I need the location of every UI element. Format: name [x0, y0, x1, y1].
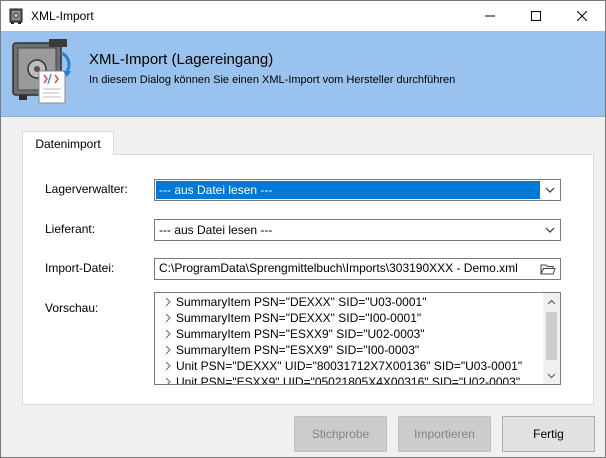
chevron-down-icon — [545, 187, 555, 193]
scroll-up-button[interactable] — [543, 293, 560, 310]
lagerverwalter-value: --- aus Datei lesen --- — [156, 181, 540, 199]
chevron-down-icon — [545, 227, 555, 233]
chevron-right-icon[interactable] — [164, 361, 172, 371]
close-button[interactable] — [559, 1, 605, 31]
dialog-header: XML-Import (Lagereingang) In diesem Dial… — [1, 31, 605, 117]
tree-item[interactable]: Unit PSN="DEXXX" UID="80031712X7X00136" … — [164, 358, 522, 374]
maximize-button[interactable] — [513, 1, 559, 31]
tree-item[interactable]: SummaryItem PSN="ESXX9" SID="I00-0003" — [164, 342, 419, 358]
safe-icon — [9, 8, 23, 24]
vorschau-label: Vorschau: — [45, 301, 99, 315]
chevron-right-icon[interactable] — [164, 377, 172, 385]
importieren-button[interactable]: Importieren — [398, 416, 491, 452]
import-datei-path: C:\ProgramData\Sprengmittelbuch\Imports\… — [159, 261, 518, 275]
import-datei-label: Import-Datei: — [45, 261, 115, 275]
lieferant-value: --- aus Datei lesen --- — [159, 223, 273, 237]
tree-item-label: Unit PSN="ESXX9" UID="05021805X4X00316" … — [176, 375, 521, 385]
tree-item-label: SummaryItem PSN="ESXX9" SID="U02-0003" — [176, 327, 425, 341]
lieferant-select[interactable]: --- aus Datei lesen --- — [154, 219, 561, 241]
header-title: XML-Import (Lagereingang) — [89, 51, 274, 68]
minimize-button[interactable] — [467, 1, 513, 31]
close-icon — [577, 11, 587, 21]
lagerverwalter-select[interactable]: --- aus Datei lesen --- — [154, 179, 561, 201]
fertig-button[interactable]: Fertig — [502, 416, 595, 452]
minimize-icon — [485, 15, 495, 17]
tree-item-label: SummaryItem PSN="DEXXX" SID="I00-0001" — [176, 311, 422, 325]
tree-item[interactable]: SummaryItem PSN="ESXX9" SID="U02-0003" — [164, 326, 424, 342]
scroll-thumb[interactable] — [546, 312, 557, 360]
maximize-icon — [531, 11, 541, 21]
safe-xml-icon — [12, 39, 71, 104]
xml-import-dialog: XML-Import XML-Import (Lagereingang) In … — [0, 0, 606, 458]
tab-panel-datenimport: Lagerverwalter: --- aus Datei lesen --- … — [22, 154, 594, 405]
tree-item-label: SummaryItem PSN="DEXXX" SID="U03-0001" — [176, 295, 427, 309]
tree-item[interactable]: Unit PSN="ESXX9" UID="05021805X4X00316" … — [164, 374, 521, 385]
vertical-scrollbar[interactable] — [543, 293, 560, 384]
chevron-up-icon — [547, 299, 556, 304]
lagerverwalter-label: Lagerverwalter: — [45, 182, 128, 196]
lieferant-label: Lieferant: — [45, 222, 96, 236]
folder-open-icon[interactable] — [540, 261, 556, 277]
chevron-down-icon — [547, 373, 556, 378]
tree-item-label: Unit PSN="DEXXX" UID="80031712X7X00136" … — [176, 359, 523, 373]
tab-datenimport[interactable]: Datenimport — [22, 131, 114, 155]
import-datei-field[interactable]: C:\ProgramData\Sprengmittelbuch\Imports\… — [154, 258, 561, 280]
scroll-down-button[interactable] — [543, 367, 560, 384]
tree-item[interactable]: SummaryItem PSN="DEXXX" SID="I00-0001" — [164, 310, 421, 326]
title-bar[interactable]: XML-Import — [1, 1, 605, 31]
chevron-right-icon[interactable] — [164, 297, 172, 307]
vorschau-tree[interactable]: SummaryItem PSN="DEXXX" SID="U03-0001" S… — [154, 292, 561, 385]
chevron-right-icon[interactable] — [164, 313, 172, 323]
chevron-right-icon[interactable] — [164, 329, 172, 339]
chevron-right-icon[interactable] — [164, 345, 172, 355]
tree-item[interactable]: SummaryItem PSN="DEXXX" SID="U03-0001" — [164, 294, 426, 310]
tree-item-label: SummaryItem PSN="ESXX9" SID="I00-0003" — [176, 343, 420, 357]
stichprobe-button[interactable]: Stichprobe — [294, 416, 387, 452]
window-title: XML-Import — [31, 9, 94, 23]
header-subtitle: In diesem Dialog können Sie einen XML-Im… — [89, 74, 456, 86]
